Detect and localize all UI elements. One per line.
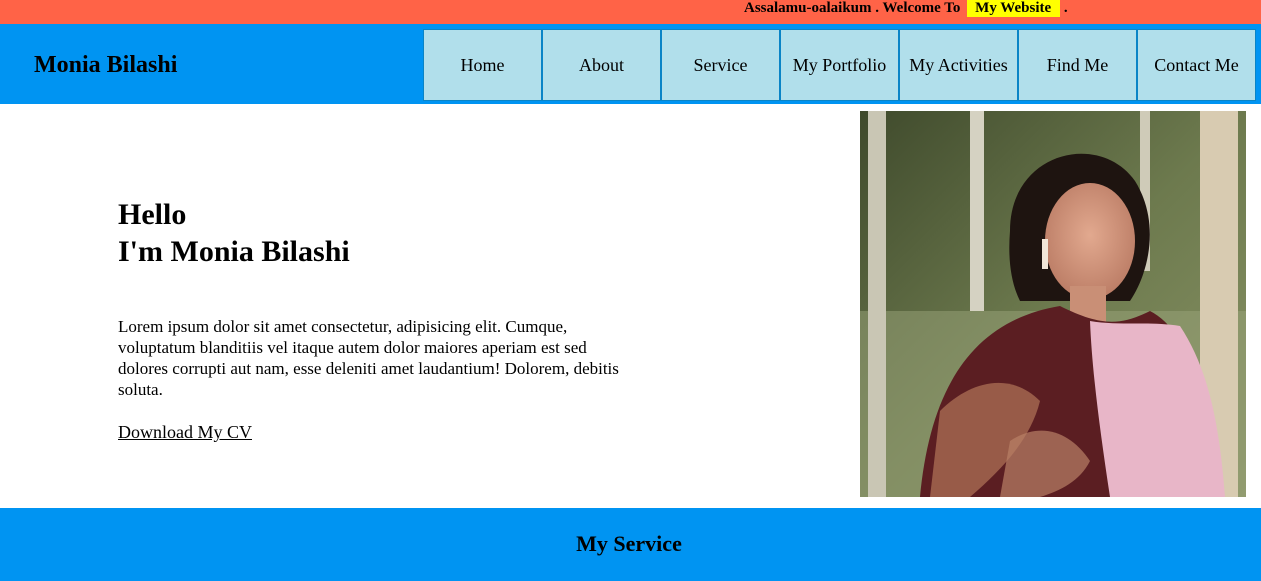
greeting-text: Assalamu-oalaikum . Welcome To [744,0,961,16]
profile-photo [860,111,1246,497]
nav-item-service[interactable]: Service [661,29,780,101]
welcome-message: Assalamu-oalaikum . Welcome To My Websit… [744,0,1068,18]
nav-item-my-portfolio[interactable]: My Portfolio [780,29,899,101]
greeting-trailing: . [1063,0,1068,16]
website-highlight: My Website [967,0,1061,17]
download-cv-link[interactable]: Download My CV [118,422,252,443]
nav-menu: Home About Service My Portfolio My Activ… [423,29,1256,101]
service-section-header: My Service [0,508,1261,581]
nav-item-contact-me[interactable]: Contact Me [1137,29,1256,101]
nav-item-my-activities[interactable]: My Activities [899,29,1018,101]
nav-item-home[interactable]: Home [423,29,542,101]
service-title: My Service [576,531,682,556]
hero-description: Lorem ipsum dolor sit amet consectetur, … [118,317,619,399]
navbar: Monia Bilashi Home About Service My Port… [0,24,1261,104]
hero-section: Hello I'm Monia Bilashi Lorem ipsum dolo… [118,196,638,443]
hero-heading: Hello I'm Monia Bilashi [118,196,638,270]
top-banner: Assalamu-oalaikum . Welcome To My Websit… [0,0,1261,24]
nav-item-find-me[interactable]: Find Me [1018,29,1137,101]
nav-item-about[interactable]: About [542,29,661,101]
brand-name[interactable]: Monia Bilashi [34,51,177,79]
hero-heading-line1: Hello [118,198,187,231]
hero-heading-line2: I'm Monia Bilashi [118,235,350,268]
